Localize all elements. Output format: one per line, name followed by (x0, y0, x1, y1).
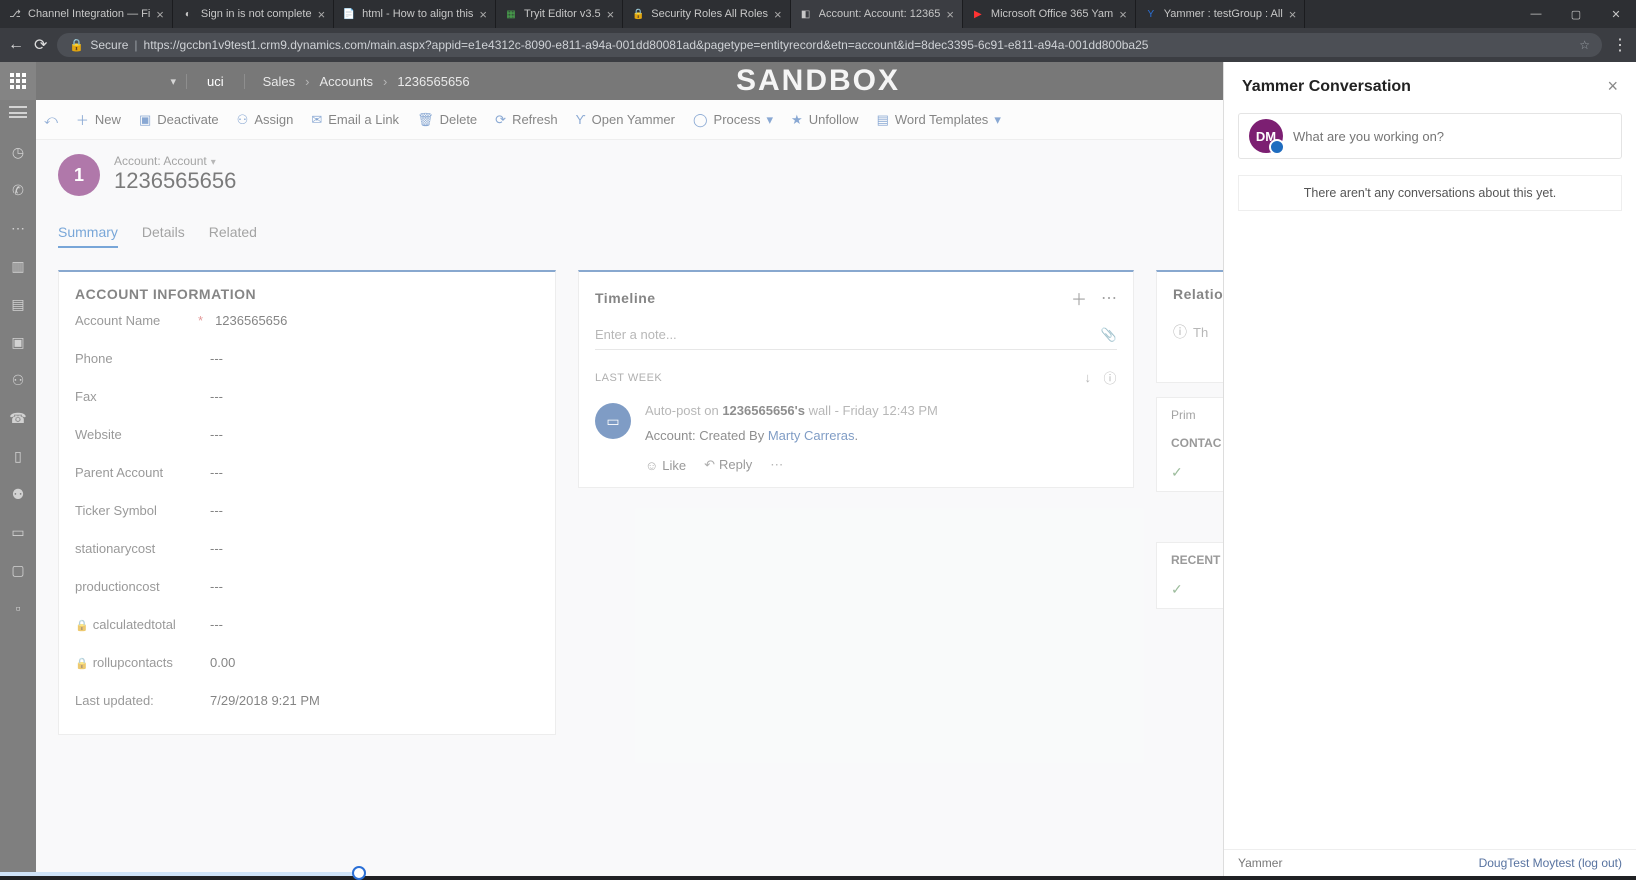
close-tab-icon[interactable]: × (479, 7, 487, 22)
yammer-compose[interactable]: DM (1238, 113, 1622, 159)
browser-tab-strip: ⎇ Channel Integration — Fi × ◐ Sign in is n… (0, 0, 1636, 28)
favicon-icon: ◧ (799, 7, 813, 21)
favicon-icon: Y (1144, 7, 1158, 21)
browser-tab[interactable]: ◧ Account: Account: 12365 × (791, 0, 963, 28)
close-tab-icon[interactable]: × (156, 7, 164, 22)
empty-conversations: There aren't any conversations about thi… (1238, 175, 1622, 211)
lock-icon: 🔒 (69, 38, 84, 52)
menu-icon[interactable]: ⋮ (1612, 35, 1628, 55)
tab-label: Channel Integration — Fi (28, 8, 150, 20)
modal-overlay[interactable] (0, 62, 1223, 876)
yammer-brand: Yammer (1238, 856, 1282, 870)
app-frame: ▾ uci Sales› Accounts› 1236565656 SANDBO… (0, 62, 1636, 876)
browser-tab[interactable]: ▦ Tryit Editor v3.5 × (496, 0, 623, 28)
loading-spinner-icon (352, 866, 366, 880)
close-icon[interactable]: × (1607, 76, 1618, 97)
yammer-user-link[interactable]: DougTest Moytest (log out) (1479, 856, 1622, 870)
browser-tab[interactable]: Y Yammer : testGroup : All × (1136, 0, 1306, 28)
tab-label: Microsoft Office 365 Yam (991, 8, 1113, 20)
favicon-icon: ▦ (504, 7, 518, 21)
url-input[interactable]: 🔒 Secure | https://gccbn1v9test1.crm9.dy… (57, 33, 1602, 57)
tab-label: Tryit Editor v3.5 (524, 8, 601, 20)
address-bar: ← ⟳ 🔒 Secure | https://gccbn1v9test1.crm… (0, 28, 1636, 62)
yammer-panel: Yammer Conversation × DM There aren't an… (1223, 62, 1636, 876)
browser-tab[interactable]: ⎇ Channel Integration — Fi × (0, 0, 173, 28)
tab-label: Security Roles All Roles (651, 8, 768, 20)
tab-label: html - How to align this (362, 8, 473, 20)
loading-progress (0, 872, 360, 876)
tab-label: Account: Account: 12365 (819, 8, 941, 20)
browser-tab[interactable]: ▶ Microsoft Office 365 Yam × (963, 0, 1136, 28)
favicon-icon: 🔒 (631, 7, 645, 21)
window-controls: — ▢ ✕ (1516, 0, 1636, 28)
favicon-icon: ◐ (181, 7, 195, 21)
close-tab-icon[interactable]: × (318, 7, 326, 22)
close-tab-icon[interactable]: × (607, 7, 615, 22)
reload-icon[interactable]: ⟳ (34, 35, 47, 55)
window-minimize-icon[interactable]: — (1516, 0, 1556, 28)
compose-input[interactable] (1293, 129, 1611, 144)
tab-label: Sign in is not complete (201, 8, 312, 20)
browser-tab[interactable]: ◐ Sign in is not complete × (173, 0, 334, 28)
user-avatar: DM (1249, 119, 1283, 153)
close-tab-icon[interactable]: × (774, 7, 782, 22)
window-close-icon[interactable]: ✕ (1596, 0, 1636, 28)
panel-title: Yammer Conversation (1242, 78, 1411, 96)
close-tab-icon[interactable]: × (946, 7, 954, 22)
favicon-icon: ⎇ (8, 7, 22, 21)
close-tab-icon[interactable]: × (1289, 7, 1297, 22)
favicon-icon: 📄 (342, 7, 356, 21)
window-maximize-icon[interactable]: ▢ (1556, 0, 1596, 28)
url-text: https://gccbn1v9test1.crm9.dynamics.com/… (144, 38, 1574, 52)
back-icon[interactable]: ← (8, 36, 24, 54)
browser-tab[interactable]: 📄 html - How to align this × (334, 0, 496, 28)
star-icon[interactable]: ☆ (1579, 38, 1590, 52)
close-tab-icon[interactable]: × (1119, 7, 1127, 22)
favicon-icon: ▶ (971, 7, 985, 21)
tab-label: Yammer : testGroup : All (1164, 8, 1283, 20)
browser-tab[interactable]: 🔒 Security Roles All Roles × (623, 0, 790, 28)
secure-label: Secure (90, 38, 128, 52)
